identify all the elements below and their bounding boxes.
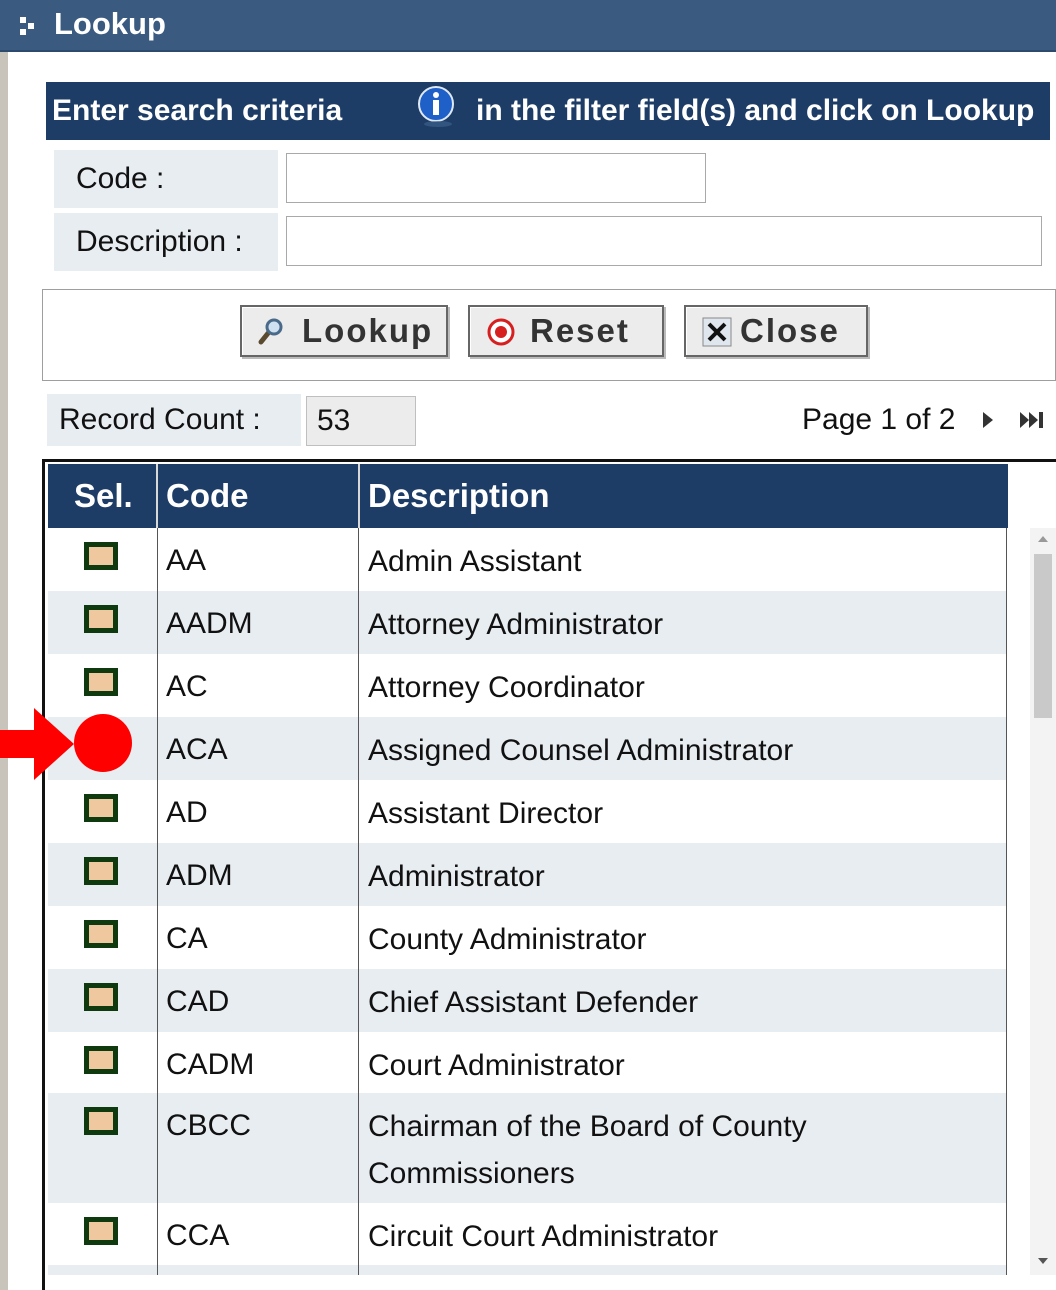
table-row[interactable]: CADM Court Administrator <box>48 1032 1006 1093</box>
row-code: CCA <box>166 1219 230 1252</box>
lookup-button-label: Lookup <box>302 312 434 349</box>
header-description[interactable]: Description <box>368 464 550 528</box>
close-button[interactable]: Close <box>684 305 868 357</box>
row-description: Circuit Court Administrator <box>368 1220 719 1253</box>
select-icon[interactable] <box>84 668 118 696</box>
row-description: Chairman of the Board of County Commissi… <box>368 1110 807 1190</box>
header-divider <box>156 464 158 528</box>
column-divider <box>358 528 359 1275</box>
table-row[interactable]: AADM Attorney Administrator <box>48 591 1006 654</box>
window-titlebar: Lookup <box>0 0 1056 52</box>
reset-button[interactable]: Reset <box>468 305 664 357</box>
grid-scrollbar[interactable] <box>1030 528 1056 1275</box>
row-code: CBCC <box>166 1109 252 1142</box>
row-code: CA <box>166 922 208 955</box>
table-row <box>48 1265 1006 1275</box>
select-icon[interactable] <box>84 920 118 948</box>
reset-icon <box>487 318 515 346</box>
header-sel: Sel. <box>74 477 133 514</box>
select-icon[interactable] <box>84 1046 118 1074</box>
code-input[interactable] <box>286 153 706 203</box>
table-row[interactable]: AD Assistant Director <box>48 780 1006 843</box>
row-description: Admin Assistant <box>368 545 582 578</box>
select-icon[interactable] <box>84 542 118 570</box>
lookup-button[interactable]: Lookup <box>240 305 448 357</box>
red-arrow-annotation <box>0 708 74 780</box>
row-code: AC <box>166 670 208 703</box>
select-icon[interactable] <box>84 1107 118 1135</box>
table-row[interactable]: ACA Assigned Counsel Administrator <box>48 717 1006 780</box>
select-icon[interactable] <box>84 794 118 822</box>
table-row[interactable]: AA Admin Assistant <box>48 528 1006 591</box>
header-divider <box>358 464 360 528</box>
record-count-label: Record Count : <box>47 394 301 446</box>
criteria-text-before: Enter search criteria <box>52 94 343 127</box>
next-page-icon[interactable] <box>978 406 1000 434</box>
row-code: AD <box>166 796 208 829</box>
code-label: Code : <box>54 150 278 208</box>
table-row[interactable]: ADM Administrator <box>48 843 1006 906</box>
select-icon[interactable] <box>84 1217 118 1245</box>
description-label: Description : <box>54 213 278 271</box>
info-icon[interactable] <box>414 84 460 130</box>
select-icon[interactable] <box>84 857 118 885</box>
column-divider <box>1006 528 1007 1275</box>
scrollbar-thumb[interactable] <box>1034 554 1052 718</box>
row-description: Attorney Administrator <box>368 608 664 641</box>
column-divider <box>157 528 158 1275</box>
criteria-text-after: in the filter field(s) and click on Look… <box>476 94 1035 127</box>
row-code: CAD <box>166 985 230 1018</box>
row-description: Court Administrator <box>368 1049 625 1082</box>
row-description: Chief Assistant Defender <box>368 986 699 1019</box>
search-criteria-banner: Enter search criteria in the filter fiel… <box>46 82 1050 140</box>
close-x-icon <box>702 317 732 347</box>
select-icon[interactable] <box>84 605 118 633</box>
row-code: ACA <box>166 733 228 766</box>
row-description: Assigned Counsel Administrator <box>368 734 794 767</box>
scroll-up-icon[interactable] <box>1038 536 1048 542</box>
table-row[interactable]: AC Attorney Coordinator <box>48 654 1006 717</box>
record-count-value: 53 <box>306 396 416 446</box>
row-code: AADM <box>166 607 253 640</box>
lookup-window-icon <box>20 17 34 35</box>
table-row[interactable]: CA County Administrator <box>48 906 1006 969</box>
close-button-label: Close <box>740 312 840 349</box>
window-title: Lookup <box>54 6 166 41</box>
scroll-down-icon[interactable] <box>1038 1258 1048 1264</box>
description-input[interactable] <box>286 216 1042 266</box>
grid-header: Sel. Code Description <box>48 464 1008 528</box>
table-row[interactable]: CCA Circuit Court Administrator <box>48 1203 1006 1265</box>
row-code: CADM <box>166 1048 255 1081</box>
row-description: Assistant Director <box>368 797 604 830</box>
row-description: County Administrator <box>368 923 647 956</box>
row-description: Attorney Coordinator <box>368 671 645 704</box>
table-row[interactable]: CAD Chief Assistant Defender <box>48 969 1006 1032</box>
window-left-edge <box>0 0 8 1290</box>
select-icon[interactable] <box>84 983 118 1011</box>
last-page-icon[interactable] <box>1016 406 1048 434</box>
row-code: ADM <box>166 859 233 892</box>
table-row[interactable]: CBCC Chairman of the Board of County Com… <box>48 1093 1006 1203</box>
row-description: Administrator <box>368 860 545 893</box>
page-indicator: Page 1 of 2 <box>802 403 956 436</box>
header-code[interactable]: Code <box>166 464 249 528</box>
reset-button-label: Reset <box>530 312 630 349</box>
row-code: AA <box>166 544 207 577</box>
red-dot-annotation <box>74 714 132 772</box>
magnifier-icon <box>258 318 283 345</box>
